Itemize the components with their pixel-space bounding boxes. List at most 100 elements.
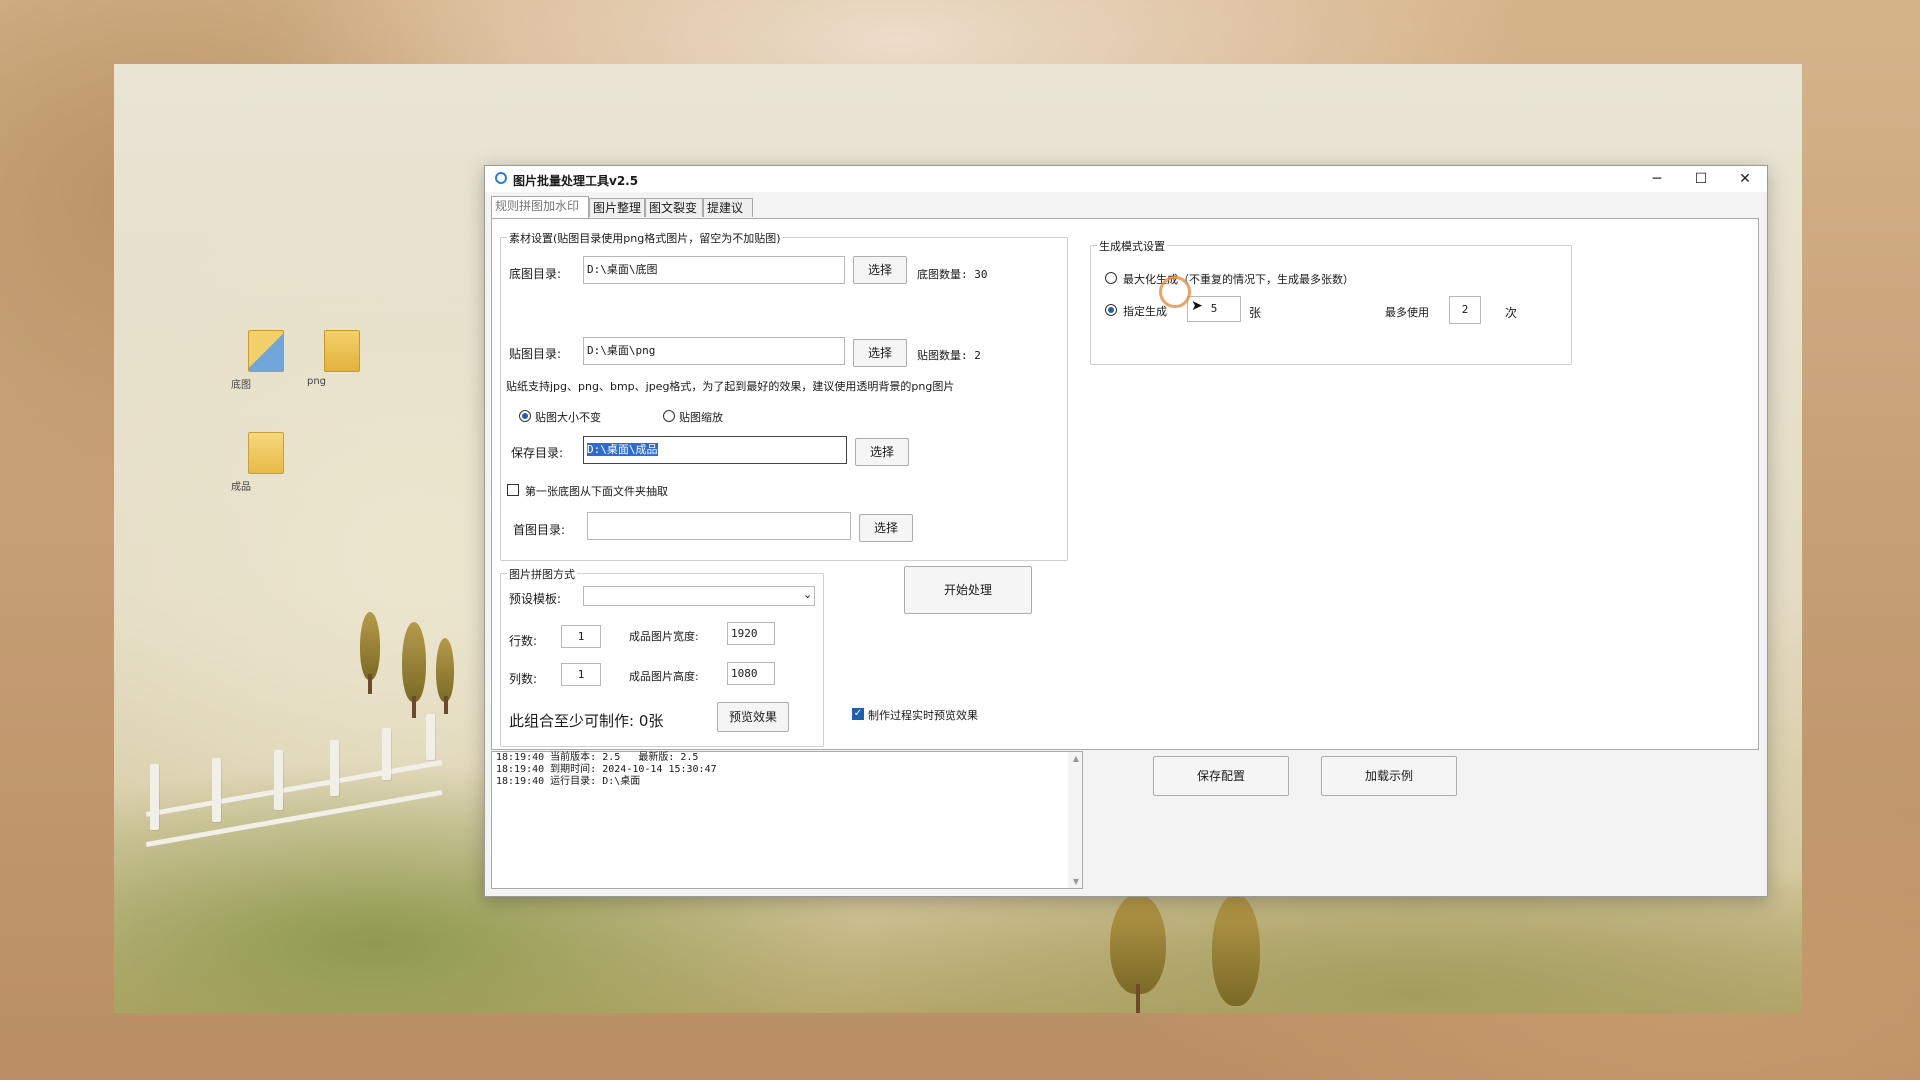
- sticker-scale-label: 贴图缩放: [679, 411, 723, 424]
- title-bar[interactable]: 图片批量处理工具v2.5 ─ ☐ ✕: [485, 166, 1767, 192]
- desktop-icon-label: 成品: [231, 482, 251, 493]
- collage-method-group: 图片拼图方式 预设模板: ⌄ 行数: 1 成品图片宽度: 1920 列数: 1 …: [500, 566, 824, 747]
- load-example-button[interactable]: 加载示例: [1321, 756, 1457, 796]
- height-label: 成品图片高度:: [629, 670, 699, 683]
- tree-decoration: [436, 638, 454, 702]
- group-title: 图片拼图方式: [507, 566, 577, 582]
- fence-rail: [145, 759, 443, 818]
- save-dir-input[interactable]: D:\桌面\成品: [583, 436, 847, 464]
- fence-post: [330, 740, 339, 796]
- first-dir-input[interactable]: [587, 512, 851, 540]
- log-line: 18:19:40 当前版本: 2.5 最新版: 2.5: [496, 752, 699, 763]
- sticker-select-button[interactable]: 选择: [853, 339, 907, 367]
- tree-decoration: [402, 622, 426, 702]
- tree-trunk: [412, 696, 416, 718]
- fence-post: [382, 728, 391, 780]
- tab-image-text-fission[interactable]: 图文裂变: [645, 198, 703, 217]
- height-input[interactable]: 1080: [727, 662, 775, 685]
- app-window: 图片批量处理工具v2.5 ─ ☐ ✕ 规则拼图加水印 图片整理 图文裂变 提建议…: [484, 165, 1768, 897]
- tab-image-organize[interactable]: 图片整理: [589, 198, 645, 217]
- fence-post: [426, 714, 435, 760]
- desktop-icon-base[interactable]: 底图: [231, 330, 301, 391]
- tree-decoration: [1110, 894, 1166, 994]
- realtime-preview-label: 制作过程实时预览效果: [868, 709, 978, 722]
- sticker-scale-radio[interactable]: [663, 410, 675, 422]
- image-folder-icon: [248, 330, 284, 372]
- chevron-down-icon[interactable]: ⌄: [803, 588, 812, 601]
- log-output[interactable]: 18:19:40 当前版本: 2.5 最新版: 2.5 18:19:40 到期时…: [491, 751, 1083, 889]
- first-image-check-label: 第一张底图从下面文件夹抽取: [525, 485, 668, 498]
- fence-post: [150, 764, 159, 830]
- sticker-keep-size-radio[interactable]: [519, 410, 531, 422]
- tab-panel: 素材设置(贴图目录使用png格式图片，留空为不加贴图) 底图目录: D:\桌面\…: [491, 218, 1759, 750]
- base-dir-label: 底图目录:: [509, 267, 562, 281]
- tree-decoration: [1212, 894, 1260, 1006]
- material-settings-group: 素材设置(贴图目录使用png格式图片，留空为不加贴图) 底图目录: D:\桌面\…: [500, 230, 1068, 561]
- max-use-input[interactable]: 2: [1449, 296, 1481, 324]
- max-generate-label: 最大化生成（不重复的情况下，生成最多张数）: [1123, 273, 1354, 286]
- save-dir-label: 保存目录:: [511, 446, 564, 460]
- realtime-preview-checkbox[interactable]: ✓: [852, 708, 864, 720]
- mouse-cursor-icon: ➤: [1191, 298, 1203, 314]
- fence-post: [274, 750, 283, 810]
- tab-suggestions[interactable]: 提建议: [703, 198, 753, 217]
- app-icon: [495, 172, 507, 184]
- template-select[interactable]: [583, 586, 815, 606]
- template-label: 预设模板:: [509, 592, 562, 606]
- sticker-keep-size-label: 贴图大小不变: [535, 411, 601, 424]
- desktop-icon-label: png: [307, 376, 327, 387]
- first-select-button[interactable]: 选择: [859, 514, 913, 542]
- rows-input[interactable]: 1: [561, 625, 601, 648]
- cols-label: 列数:: [509, 672, 538, 686]
- fence-post: [212, 758, 221, 822]
- max-generate-radio[interactable]: [1105, 272, 1117, 284]
- sticker-dir-label: 贴图目录:: [509, 347, 562, 361]
- base-count: 底图数量: 30: [917, 268, 988, 281]
- desktop-icon-label: 底图: [231, 380, 251, 391]
- max-use-label: 最多使用: [1385, 306, 1429, 319]
- tree-decoration: [360, 612, 380, 680]
- cols-input[interactable]: 1: [561, 663, 601, 686]
- group-title: 素材设置(贴图目录使用png格式图片，留空为不加贴图): [507, 230, 783, 246]
- base-select-button[interactable]: 选择: [853, 256, 907, 284]
- scroll-up-icon[interactable]: ▲: [1073, 754, 1079, 763]
- tab-collage-watermark[interactable]: 规则拼图加水印: [491, 196, 589, 218]
- specify-generate-radio[interactable]: [1105, 304, 1117, 316]
- unit-label: 张: [1249, 306, 1262, 320]
- log-line: 18:19:40 运行目录: D:\桌面: [496, 776, 641, 787]
- desktop-icon-output[interactable]: 成品: [231, 432, 301, 493]
- folder-icon: [248, 432, 284, 474]
- tree-trunk: [444, 696, 448, 714]
- base-dir-input[interactable]: D:\桌面\底图: [583, 256, 845, 284]
- group-title: 生成模式设置: [1097, 238, 1167, 254]
- minimize-button[interactable]: ─: [1635, 166, 1679, 192]
- scroll-down-icon[interactable]: ▼: [1073, 877, 1079, 886]
- rows-label: 行数:: [509, 634, 538, 648]
- save-config-button[interactable]: 保存配置: [1153, 756, 1289, 796]
- specify-generate-label: 指定生成: [1123, 305, 1167, 318]
- tree-trunk: [1136, 984, 1140, 1013]
- desktop-icon-png[interactable]: png: [307, 330, 377, 387]
- window-title: 图片批量处理工具v2.5: [513, 174, 639, 188]
- log-line: 18:19:40 到期时间: 2024-10-14 15:30:47: [496, 764, 717, 775]
- preview-button[interactable]: 预览效果: [717, 702, 789, 732]
- log-scrollbar[interactable]: ▲ ▼: [1068, 752, 1082, 888]
- image-folder-icon: [324, 330, 360, 372]
- start-process-button[interactable]: 开始处理: [904, 566, 1032, 614]
- generation-mode-group: 生成模式设置 最大化生成（不重复的情况下，生成最多张数） 指定生成 5 张 最多…: [1090, 238, 1572, 365]
- maximize-button[interactable]: ☐: [1679, 166, 1723, 192]
- first-image-checkbox[interactable]: [507, 484, 519, 496]
- width-input[interactable]: 1920: [727, 622, 775, 645]
- times-label: 次: [1505, 306, 1518, 320]
- first-dir-label: 首图目录:: [513, 523, 566, 537]
- width-label: 成品图片宽度:: [629, 630, 699, 643]
- save-select-button[interactable]: 选择: [855, 438, 909, 466]
- cursor-highlight: [1159, 276, 1191, 308]
- min-count-text: 此组合至少可制作: 0张: [509, 712, 664, 730]
- sticker-note: 贴纸支持jpg、png、bmp、jpeg格式，为了起到最好的效果，建议使用透明背…: [506, 380, 955, 393]
- close-button[interactable]: ✕: [1723, 166, 1767, 192]
- tree-trunk: [368, 674, 372, 694]
- save-dir-selected-text: D:\桌面\成品: [587, 443, 658, 456]
- sticker-dir-input[interactable]: D:\桌面\png: [583, 337, 845, 365]
- fence-rail: [145, 789, 443, 848]
